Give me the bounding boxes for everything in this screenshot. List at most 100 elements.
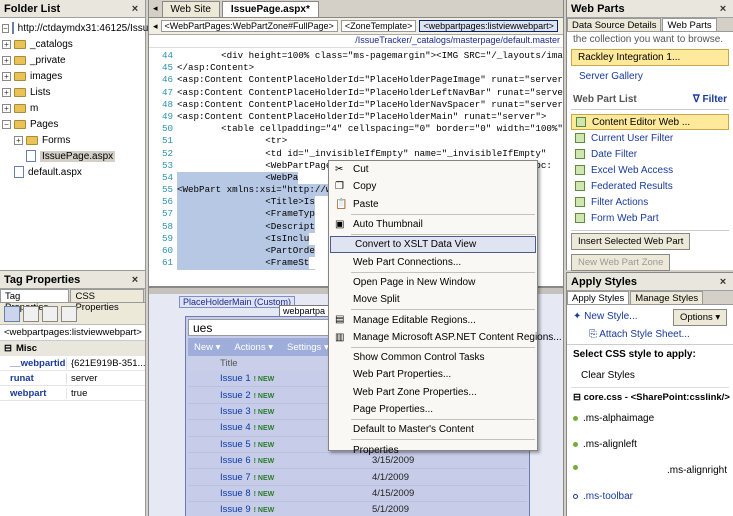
tree-item-pages[interactable]: − Pages <box>2 116 143 132</box>
tab-manage-styles[interactable]: Manage Styles <box>630 291 704 304</box>
expand-icon[interactable]: + <box>2 55 11 65</box>
web-part-item[interactable]: Content Editor Web ... <box>571 114 729 130</box>
tree-item-m[interactable]: + m <box>2 100 143 116</box>
web-part-item[interactable]: Excel Web Access <box>571 162 729 178</box>
tree-item-lists[interactable]: + Lists <box>2 84 143 100</box>
category-misc[interactable]: ⊟ Misc <box>0 341 145 356</box>
code-line[interactable]: 52 <td id="_invisibleIfEmpty" name="_inv… <box>149 148 563 160</box>
breadcrumb-listviewwebpart[interactable]: <webpartpages:listviewwebpart> <box>419 20 558 32</box>
web-part-item[interactable]: Date Filter <box>571 146 729 162</box>
gallery-rackley[interactable]: Rackley Integration 1... <box>571 49 729 66</box>
issue-title[interactable]: Issue 7! NEW <box>188 472 360 483</box>
close-icon[interactable]: × <box>717 3 729 15</box>
menu-item[interactable]: Show Common Control Tasks <box>329 349 537 366</box>
expand-icon[interactable]: + <box>2 39 11 49</box>
new-web-part-zone-button[interactable]: New Web Part Zone <box>571 254 671 271</box>
tab-data-source-details[interactable]: Data Source Details <box>567 18 662 31</box>
style-alignleft[interactable]: .ms-alignleft <box>567 427 733 453</box>
collapse-icon[interactable]: ⊟ <box>4 343 12 354</box>
issue-link[interactable]: Issue 7 <box>220 472 251 483</box>
web-part-item[interactable]: Filter Actions <box>571 194 729 210</box>
settings-menu[interactable]: Settings ▾ <box>287 342 329 353</box>
code-line[interactable]: 44 <div height=100% class="ms-pagemargin… <box>149 50 563 62</box>
menu-item[interactable]: Move Split <box>329 291 537 308</box>
prop-row-webpart[interactable]: webpart true <box>0 386 145 401</box>
expand-icon[interactable]: + <box>2 87 11 97</box>
prop-row-webpartid[interactable]: __webpartid {621E919B-351... <box>0 356 145 371</box>
prop-value[interactable]: {621E919B-351... <box>66 357 145 369</box>
list-row[interactable]: Issue 7! NEW 4/1/2009 <box>188 469 527 486</box>
code-line[interactable]: 49 <asp:Content ContentPlaceHolderId="Pla… <box>149 111 563 123</box>
tree-item-images[interactable]: + images <box>2 68 143 84</box>
tab-web-parts[interactable]: Web Parts <box>662 18 717 31</box>
tree-item-private[interactable]: + _private <box>2 52 143 68</box>
web-part-item[interactable]: Form Web Part <box>571 210 729 226</box>
tag-icon[interactable] <box>61 305 77 322</box>
tree-item-catalogs[interactable]: + _catalogs <box>2 36 143 52</box>
prop-value[interactable]: true <box>66 387 145 399</box>
menu-item[interactable]: Default to Master's Content <box>329 421 537 438</box>
breadcrumb-zonetemplate[interactable]: <ZoneTemplate> <box>340 20 417 32</box>
sort-az-icon[interactable] <box>23 305 39 322</box>
categorized-icon[interactable] <box>4 305 20 322</box>
close-icon[interactable]: × <box>129 3 141 15</box>
menu-item[interactable]: 📋 Paste <box>329 196 537 213</box>
issue-link[interactable]: Issue 2 <box>220 390 251 401</box>
issue-link[interactable]: Issue 8 <box>220 488 251 499</box>
clear-styles[interactable]: Clear Styles <box>571 364 729 388</box>
master-page-path[interactable]: /IssueTracker/_catalogs/masterpage/defau… <box>149 35 563 48</box>
nav-back-icon[interactable]: ◂ <box>153 3 158 14</box>
close-icon[interactable]: × <box>717 276 729 288</box>
close-icon[interactable]: × <box>129 274 141 286</box>
tree-item-issuepage[interactable]: IssuePage.aspx <box>2 148 143 164</box>
tab-tag-properties[interactable]: Tag Properties <box>0 289 70 313</box>
issue-link[interactable]: Issue 6 <box>220 455 251 466</box>
menu-item[interactable]: Properties <box>329 441 537 458</box>
issue-link[interactable]: Issue 5 <box>220 439 251 450</box>
chevron-left-icon[interactable]: ◂ <box>153 21 158 32</box>
collapse-icon[interactable]: ⊟ <box>573 392 584 403</box>
tab-apply-styles[interactable]: Apply Styles <box>567 291 630 304</box>
menu-item[interactable]: Open Page in New Window <box>329 274 537 291</box>
tree-item-site[interactable]: − http://ctdaymdx31:46125/IssueTrac <box>2 20 174 36</box>
style-alphaimage[interactable]: .ms-alphaimage <box>567 407 733 427</box>
code-line[interactable]: 45 </asp:Content> <box>149 62 563 74</box>
menu-item[interactable]: ❐ Copy <box>329 178 537 195</box>
web-part-item[interactable]: Federated Results <box>571 178 729 194</box>
filter-button[interactable]: ᐁ Filter <box>693 94 727 105</box>
code-line[interactable]: 47 <asp:Content ContentPlaceHolderId="Pla… <box>149 87 563 99</box>
attach-style-link[interactable]: ⎘ Attach Style Sheet... <box>589 329 690 340</box>
tree-item-forms[interactable]: + Forms <box>2 132 143 148</box>
menu-item[interactable]: Web Part Zone Properties... <box>329 384 537 401</box>
issue-title[interactable]: Issue 9! NEW <box>188 504 360 515</box>
code-line[interactable]: 50 <table cellpadding="4" cellspacing="0… <box>149 123 563 135</box>
tree-item-default[interactable]: default.aspx <box>2 164 143 180</box>
menu-item[interactable]: ▥ Manage Microsoft ASP.NET Content Region… <box>329 329 562 346</box>
expand-icon[interactable]: + <box>2 71 11 81</box>
tab-css-properties[interactable]: CSS Properties <box>70 289 144 313</box>
menu-item[interactable]: Page Properties... <box>329 401 537 418</box>
new-menu[interactable]: New ▾ <box>194 342 220 353</box>
collapse-icon[interactable]: − <box>2 119 11 129</box>
code-line[interactable]: 46 <asp:Content ContentPlaceHolderId="Pla… <box>149 74 563 86</box>
breadcrumb-webpartzone[interactable]: <WebPartPages:WebPartZone#FullPage> <box>160 20 338 32</box>
menu-item[interactable]: Web Part Connections... <box>329 253 537 270</box>
options-button[interactable]: Options ▾ <box>673 309 728 326</box>
collapse-icon[interactable]: − <box>2 23 9 33</box>
list-row[interactable]: Issue 9! NEW 5/1/2009 <box>188 502 527 516</box>
expand-icon[interactable]: + <box>2 103 11 113</box>
gallery-server[interactable]: Server Gallery <box>571 68 729 90</box>
code-line[interactable]: 51 <tr> <box>149 135 563 147</box>
menu-item[interactable]: ▤ Manage Editable Regions... <box>329 311 537 328</box>
show-set-properties-icon[interactable] <box>42 305 58 322</box>
expand-icon[interactable]: + <box>14 135 23 145</box>
new-style-link[interactable]: ✦ New Style... <box>573 311 638 322</box>
menu-item[interactable]: Web Part Properties... <box>329 366 537 383</box>
list-row[interactable]: Issue 8! NEW 4/15/2009 <box>188 486 527 503</box>
web-part-item[interactable]: Current User Filter <box>571 130 729 146</box>
style-alignright[interactable]: .ms-alignright <box>567 453 733 479</box>
tab-issuepage[interactable]: IssuePage.aspx* <box>221 1 319 17</box>
issue-link[interactable]: Issue 9 <box>220 504 251 515</box>
tab-web-site[interactable]: Web Site <box>161 1 220 17</box>
issue-link[interactable]: Issue 3 <box>220 406 251 417</box>
